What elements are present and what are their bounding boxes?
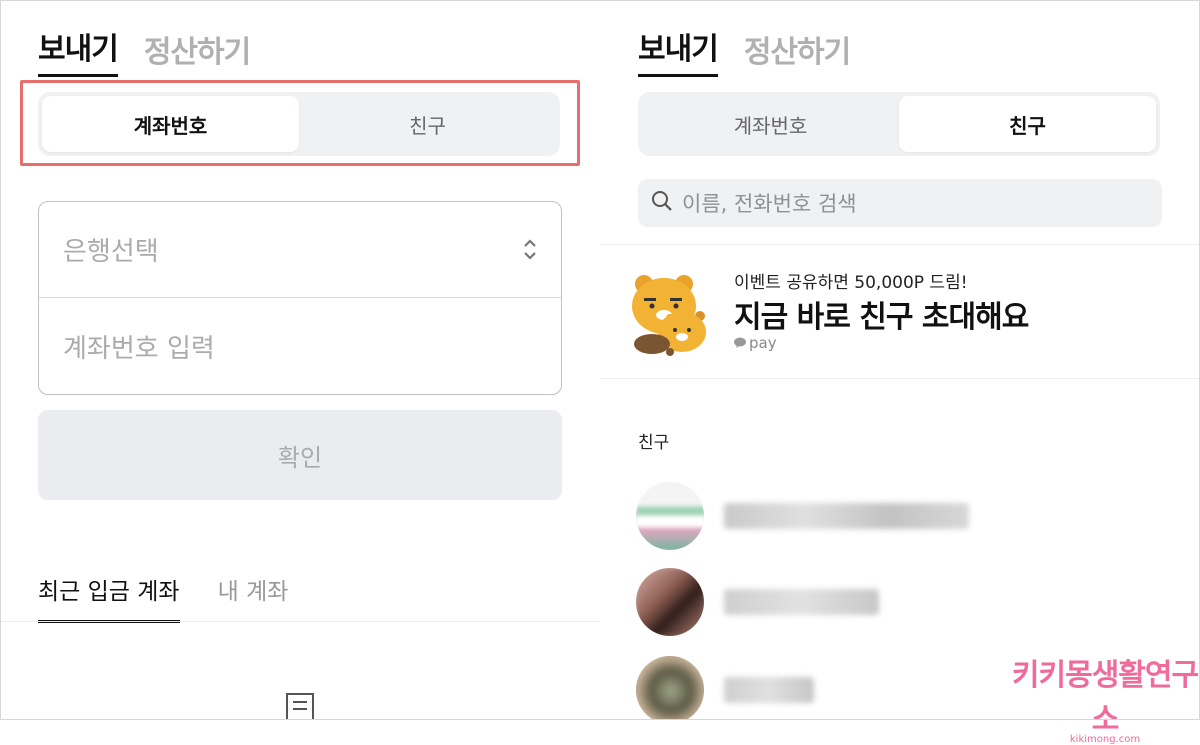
- pay-label: pay: [749, 334, 777, 352]
- segment-account-number[interactable]: 계좌번호: [42, 96, 299, 152]
- tab-settle[interactable]: 정산하기: [744, 27, 851, 77]
- list-icon: [285, 692, 315, 720]
- tab-send[interactable]: 보내기: [638, 24, 719, 77]
- account-sub-tabs: 최근 입금 계좌 내 계좌: [38, 572, 288, 623]
- up-down-chevron-icon: [523, 238, 537, 261]
- watermark-text: 키키몽생활연구소: [1011, 658, 1199, 737]
- banner-title: 지금 바로 친구 초대해요: [734, 300, 1029, 335]
- pay-brand: pay: [734, 334, 777, 352]
- segment-friend[interactable]: 친구: [299, 96, 556, 152]
- send-panel-account: 보내기 정산하기 계좌번호 친구 은행선택 계좌번호 입력 확인 최근 입금 계…: [0, 0, 600, 720]
- friend-name-blurred: [724, 589, 879, 615]
- tab-my-account[interactable]: 내 계좌: [218, 572, 289, 623]
- account-number-input[interactable]: 계좌번호 입력: [39, 298, 561, 394]
- friend-item[interactable]: [636, 482, 969, 550]
- tab-recent-deposit[interactable]: 최근 입금 계좌: [38, 572, 180, 623]
- divider: [600, 378, 1200, 379]
- friend-item[interactable]: [636, 568, 879, 636]
- bank-select[interactable]: 은행선택: [39, 202, 561, 298]
- segmented-control: 계좌번호 친구: [38, 92, 560, 156]
- friend-name-blurred: [724, 503, 969, 529]
- confirm-button[interactable]: 확인: [38, 410, 562, 500]
- segment-friend[interactable]: 친구: [899, 96, 1156, 152]
- divider: [600, 244, 1200, 245]
- avatar: [636, 482, 704, 550]
- segmented-control: 계좌번호 친구: [638, 92, 1160, 156]
- tab-settle[interactable]: 정산하기: [144, 27, 251, 77]
- watermark-url: kikimong.com: [1069, 734, 1141, 745]
- account-number-placeholder: 계좌번호 입력: [63, 333, 215, 364]
- search-icon: [650, 189, 674, 218]
- segment-account-number[interactable]: 계좌번호: [642, 96, 899, 152]
- bank-select-placeholder: 은행선택: [63, 237, 159, 267]
- avatar: [636, 568, 704, 636]
- friend-search-input[interactable]: 이름, 전화번호 검색: [638, 179, 1162, 227]
- banner-subtitle: 이벤트 공유하면 50,000P 드림!: [734, 273, 968, 293]
- avatar: [636, 656, 704, 720]
- friends-section-label: 친구: [638, 433, 670, 453]
- ryan-character-icon: [630, 270, 714, 360]
- top-tabs: 보내기 정산하기: [38, 24, 251, 77]
- send-panel-friend: 보내기 정산하기 계좌번호 친구 이름, 전화번호 검색 이벤트 공유하면 50…: [600, 0, 1200, 720]
- friend-name-blurred: [724, 677, 814, 703]
- top-tabs: 보내기 정산하기: [638, 24, 851, 77]
- search-placeholder: 이름, 전화번호 검색: [682, 192, 857, 216]
- tab-send[interactable]: 보내기: [38, 24, 119, 77]
- friend-item[interactable]: [636, 656, 814, 720]
- watermark: 키키몽생활연구소 kikimong.com: [1010, 650, 1200, 745]
- bank-account-form: 은행선택 계좌번호 입력: [38, 201, 562, 395]
- divider: [0, 621, 600, 622]
- chat-bubble-icon: [734, 334, 746, 352]
- invite-banner[interactable]: 이벤트 공유하면 50,000P 드림! 지금 바로 친구 초대해요 pay: [630, 262, 1170, 362]
